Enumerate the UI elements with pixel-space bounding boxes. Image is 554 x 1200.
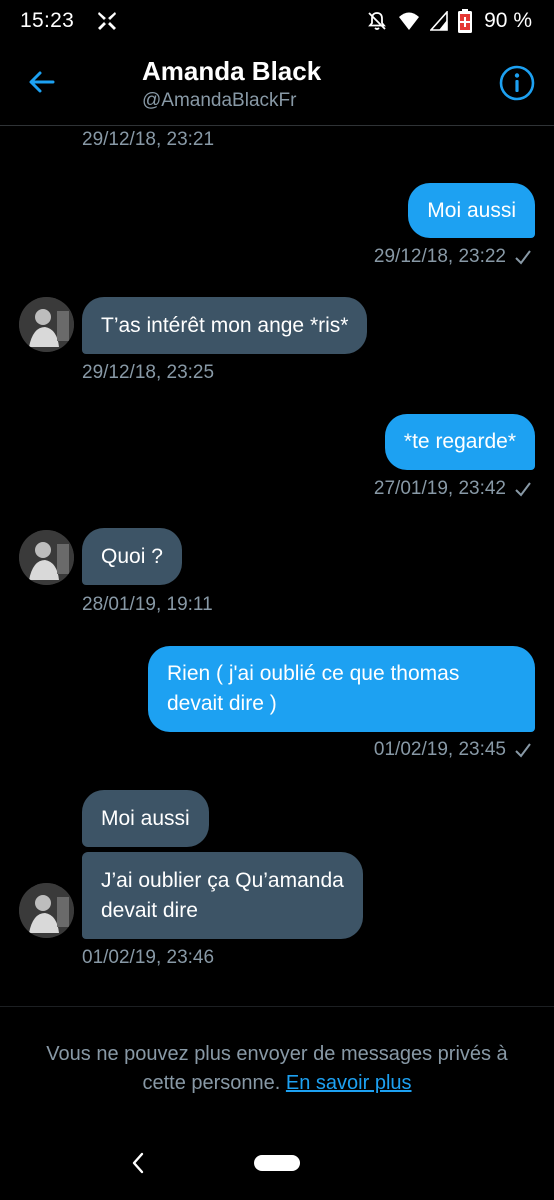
message-timestamp: 01/02/19, 23:45 xyxy=(374,739,532,761)
message-timestamp: 28/01/19, 19:11 xyxy=(82,594,213,615)
contact-name: Amanda Black xyxy=(142,56,322,86)
message-text-line: devait dire xyxy=(101,898,198,922)
arrow-left-icon xyxy=(29,71,55,93)
avatar[interactable] xyxy=(19,883,74,938)
nav-home-pill[interactable] xyxy=(254,1155,300,1171)
avatar[interactable] xyxy=(19,297,74,352)
message-bubble-incoming[interactable]: J’ai oublier ça Qu’amanda devait dire xyxy=(82,852,363,939)
message-text: Rien ( j'ai oublié ce que thomas devait … xyxy=(167,659,459,719)
message-bubble-incoming[interactable]: T’as intérêt mon ange *ris* xyxy=(82,297,368,354)
status-time: 15:23 xyxy=(20,9,75,32)
status-bar: 15:23 90 % xyxy=(0,0,554,44)
timestamp-text: 29/12/18, 23:22 xyxy=(373,246,506,267)
message-bubble-incoming[interactable]: Quoi ? xyxy=(82,528,182,585)
timestamp-text: 27/01/19, 23:42 xyxy=(373,478,506,499)
message-timestamp: 01/02/19, 23:46 xyxy=(82,947,215,968)
app-icon xyxy=(98,12,116,30)
avatar[interactable] xyxy=(19,530,74,585)
message-bubble-outgoing[interactable]: *te regarde* xyxy=(384,414,535,470)
notice-text: cette personne. xyxy=(142,1072,281,1094)
signal-icon xyxy=(430,11,448,31)
message-timestamp: 29/12/18, 23:22 xyxy=(374,246,532,268)
message-text-line: Rien ( j'ai oublié ce que thomas xyxy=(167,662,460,685)
avatar-image xyxy=(19,297,74,352)
avatar-image xyxy=(19,883,74,938)
message-text-line: J’ai oublier ça Qu’amanda xyxy=(101,868,344,892)
message-timestamp: 27/01/19, 23:42 xyxy=(374,478,532,500)
divider xyxy=(0,1006,554,1007)
bell-off-icon xyxy=(368,12,386,30)
check-icon xyxy=(515,743,531,758)
contact-handle: @AmandaBlackFr xyxy=(142,90,297,111)
message-text-line: devait dire ) xyxy=(167,692,277,715)
wifi-icon xyxy=(399,12,420,30)
back-button[interactable] xyxy=(22,62,62,102)
message-text: *te regarde* xyxy=(403,430,516,453)
learn-more-link[interactable]: En savoir plus xyxy=(286,1072,412,1094)
nav-back-icon[interactable] xyxy=(128,1150,148,1176)
check-icon xyxy=(515,482,531,497)
message-timestamp: 29/12/18, 23:21 xyxy=(82,129,215,150)
conversation-header: Amanda Black @AmandaBlackFr xyxy=(0,44,554,126)
notice-text: Vous ne pouvez plus envoyer de messages … xyxy=(46,1043,508,1065)
message-bubble-outgoing[interactable]: Rien ( j'ai oublié ce que thomas devait … xyxy=(148,646,535,732)
message-bubble-incoming[interactable]: Moi aussi xyxy=(82,790,209,847)
info-icon[interactable] xyxy=(498,64,536,102)
timestamp-text: 01/02/19, 23:45 xyxy=(373,739,506,760)
dm-disabled-notice: Vous ne pouvez plus envoyer de messages … xyxy=(20,1040,534,1098)
battery-percent: 90 % xyxy=(484,9,532,32)
message-text: Moi aussi xyxy=(101,806,190,830)
message-text: J’ai oublier ça Qu’amanda devait dire xyxy=(101,866,344,926)
message-text: T’as intérêt mon ange *ris* xyxy=(101,313,349,337)
message-text: Quoi ? xyxy=(101,544,163,568)
message-timestamp: 29/12/18, 23:25 xyxy=(82,362,215,383)
message-bubble-outgoing[interactable]: Moi aussi xyxy=(408,183,535,238)
check-icon xyxy=(515,250,531,265)
avatar-image xyxy=(19,530,74,585)
battery-icon xyxy=(458,9,473,33)
message-text: Moi aussi xyxy=(427,198,516,222)
